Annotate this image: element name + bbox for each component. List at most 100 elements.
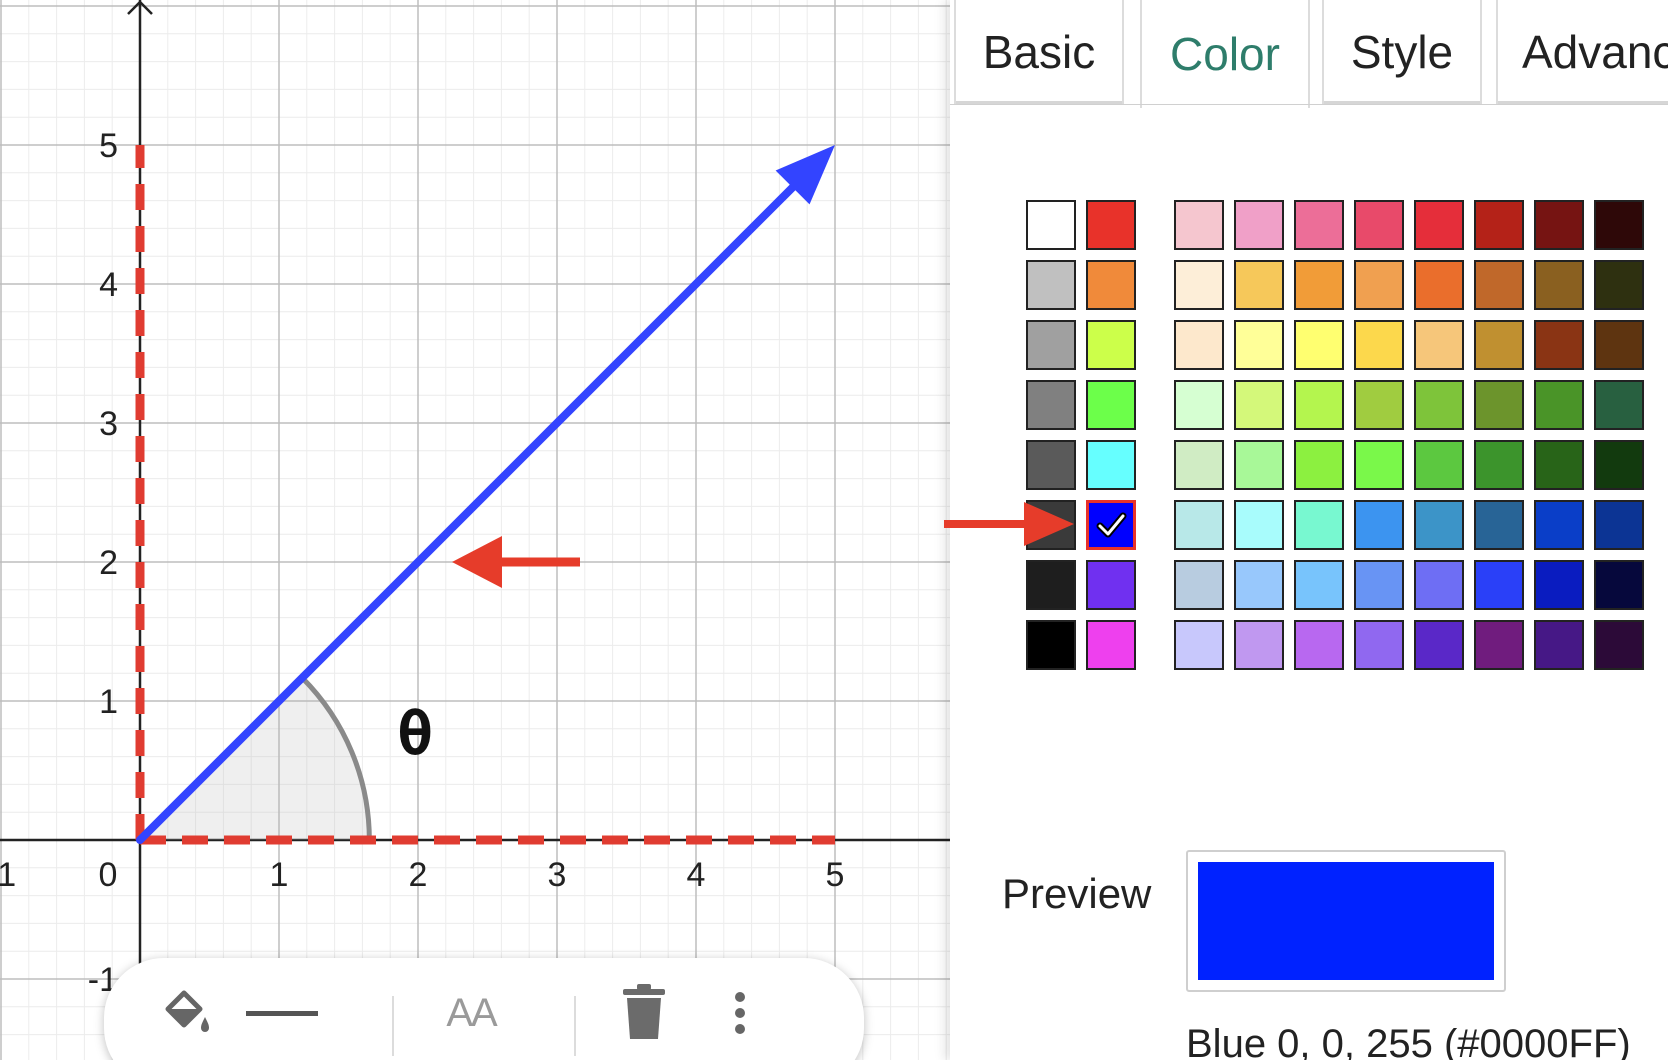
tab-basic[interactable]: Basic [954, 0, 1124, 104]
checkmark-icon [1096, 512, 1127, 538]
color-swatch[interactable] [1026, 560, 1076, 610]
tab-style[interactable]: Style [1322, 0, 1482, 104]
color-swatch[interactable] [1474, 500, 1524, 550]
color-swatch[interactable] [1414, 260, 1464, 310]
color-swatch[interactable] [1026, 380, 1076, 430]
more-vert-icon[interactable] [700, 978, 780, 1048]
color-swatch[interactable] [1026, 260, 1076, 310]
color-swatch[interactable] [1474, 320, 1524, 370]
color-swatch[interactable] [1026, 440, 1076, 490]
color-swatch[interactable] [1534, 440, 1584, 490]
color-swatch[interactable] [1534, 560, 1584, 610]
color-swatch[interactable] [1534, 260, 1584, 310]
color-swatch[interactable] [1354, 380, 1404, 430]
color-swatch[interactable] [1594, 320, 1644, 370]
color-swatch[interactable] [1086, 200, 1136, 250]
color-swatch[interactable] [1174, 560, 1224, 610]
color-swatch[interactable] [1086, 620, 1136, 670]
color-swatch[interactable] [1086, 320, 1136, 370]
color-swatch[interactable] [1294, 560, 1344, 610]
color-swatch[interactable] [1086, 440, 1136, 490]
color-swatch[interactable] [1294, 320, 1344, 370]
tab-divider [950, 104, 1668, 105]
color-swatch[interactable] [1534, 500, 1584, 550]
color-swatch[interactable] [1174, 200, 1224, 250]
color-swatch[interactable] [1594, 260, 1644, 310]
color-swatch[interactable] [1294, 620, 1344, 670]
color-swatch[interactable] [1534, 620, 1584, 670]
color-swatch[interactable] [1234, 320, 1284, 370]
color-swatch[interactable] [1354, 560, 1404, 610]
coordinate-plane[interactable]: -101234554321-1θ [0, 0, 950, 1060]
callout-arrow-icon [944, 502, 1074, 546]
color-swatch[interactable] [1474, 200, 1524, 250]
text-size-label: AA [446, 990, 497, 1035]
color-swatch[interactable] [1534, 380, 1584, 430]
color-swatch[interactable] [1594, 620, 1644, 670]
line-style-icon[interactable] [242, 978, 322, 1048]
vector-line [136, 183, 797, 844]
color-swatch[interactable] [1026, 200, 1076, 250]
color-swatch[interactable] [1414, 500, 1464, 550]
color-swatch[interactable] [1594, 560, 1644, 610]
color-swatch[interactable] [1414, 440, 1464, 490]
color-swatch[interactable] [1234, 440, 1284, 490]
color-swatch[interactable] [1534, 200, 1584, 250]
y-tick-label: 3 [99, 405, 118, 443]
color-swatch[interactable] [1594, 200, 1644, 250]
color-swatch[interactable] [1026, 620, 1076, 670]
color-swatch[interactable] [1294, 500, 1344, 550]
color-swatch[interactable] [1234, 260, 1284, 310]
color-swatch[interactable] [1174, 320, 1224, 370]
color-swatch[interactable] [1234, 500, 1284, 550]
color-swatch[interactable] [1354, 620, 1404, 670]
color-swatch[interactable] [1414, 200, 1464, 250]
color-swatch[interactable] [1474, 620, 1524, 670]
color-swatch[interactable] [1234, 200, 1284, 250]
color-swatch[interactable] [1234, 560, 1284, 610]
text-size-icon[interactable]: AA [416, 978, 526, 1048]
tab-color[interactable]: Color [1140, 0, 1310, 108]
color-swatch[interactable] [1474, 440, 1524, 490]
color-swatch[interactable] [1354, 200, 1404, 250]
color-swatch[interactable] [1174, 500, 1224, 550]
preview-box [1186, 850, 1506, 992]
color-swatch[interactable] [1174, 620, 1224, 670]
angle-label: θ [397, 699, 433, 769]
color-swatch[interactable] [1174, 260, 1224, 310]
color-swatch[interactable] [1354, 320, 1404, 370]
graphics-view[interactable]: -101234554321-1θ AA [0, 0, 950, 1060]
color-swatch[interactable] [1234, 380, 1284, 430]
color-swatch[interactable] [1534, 320, 1584, 370]
color-swatch[interactable] [1354, 500, 1404, 550]
color-swatch[interactable] [1354, 260, 1404, 310]
color-swatch[interactable] [1414, 620, 1464, 670]
color-swatch[interactable] [1294, 380, 1344, 430]
color-swatch[interactable] [1294, 440, 1344, 490]
preview-label: Preview [1002, 870, 1152, 917]
color-swatch[interactable] [1594, 500, 1644, 550]
color-swatch[interactable] [1174, 440, 1224, 490]
tab-advanced[interactable]: Advanc [1496, 0, 1668, 104]
color-swatch[interactable] [1026, 320, 1076, 370]
color-swatch[interactable] [1474, 260, 1524, 310]
color-swatch[interactable] [1086, 260, 1136, 310]
trash-icon[interactable] [604, 978, 684, 1048]
color-swatch[interactable] [1086, 560, 1136, 610]
color-swatch[interactable] [1474, 560, 1524, 610]
color-swatch[interactable] [1594, 380, 1644, 430]
color-swatch[interactable] [1414, 560, 1464, 610]
color-swatch[interactable] [1414, 320, 1464, 370]
color-swatch[interactable] [1474, 380, 1524, 430]
color-swatch[interactable] [1086, 380, 1136, 430]
color-swatch[interactable] [1234, 620, 1284, 670]
color-swatch[interactable] [1294, 260, 1344, 310]
color-swatch[interactable] [1414, 380, 1464, 430]
paint-bucket-icon[interactable] [144, 978, 224, 1048]
color-swatch[interactable] [1174, 380, 1224, 430]
color-swatch[interactable] [1594, 440, 1644, 490]
color-swatch[interactable] [1086, 500, 1136, 550]
x-tick-label: 1 [270, 856, 289, 894]
color-swatch[interactable] [1354, 440, 1404, 490]
color-swatch[interactable] [1294, 200, 1344, 250]
